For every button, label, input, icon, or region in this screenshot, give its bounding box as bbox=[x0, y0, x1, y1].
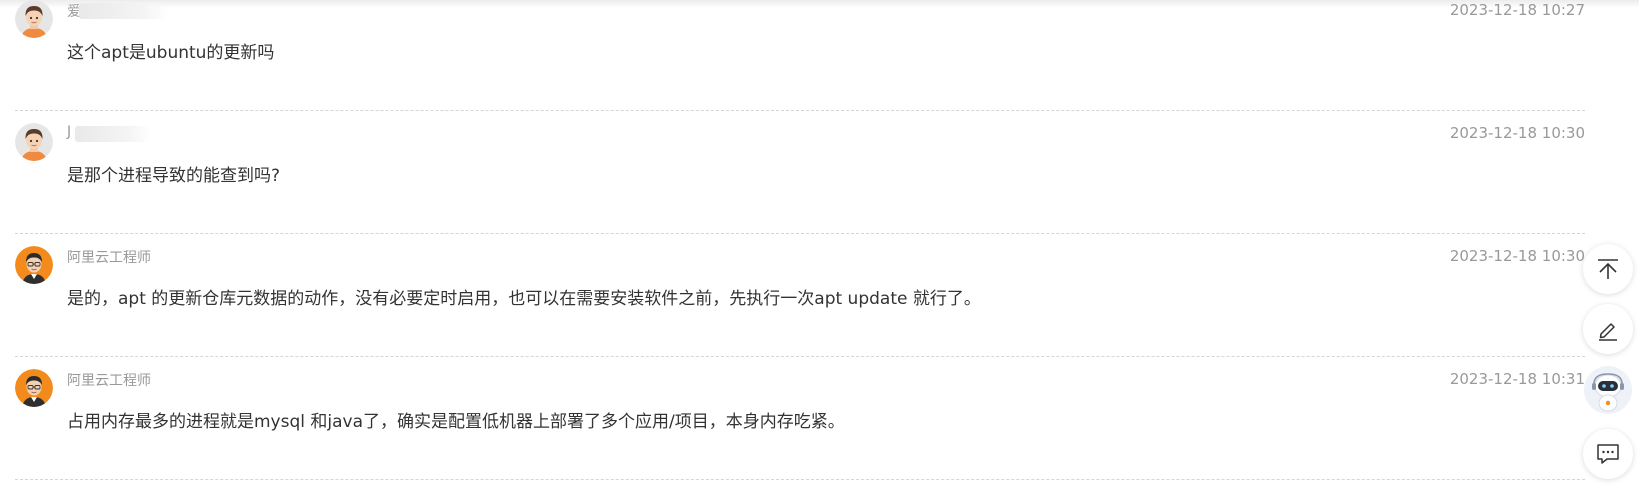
comment-text: 是那个进程导致的能查到吗? bbox=[67, 166, 281, 186]
engineer-avatar[interactable] bbox=[15, 246, 53, 284]
engineer-avatar[interactable] bbox=[15, 369, 53, 407]
assistant-button[interactable] bbox=[1583, 365, 1633, 415]
comment-author: 阿里云工程师 bbox=[67, 250, 151, 266]
back-to-top-button[interactable] bbox=[1583, 244, 1633, 294]
comment-timestamp: 2023-12-18 10:27 bbox=[1449, 1, 1585, 19]
comment-item: 阿里云工程师 2023-12-18 10:30 是的，apt 的更新仓库元数据的… bbox=[15, 228, 1585, 357]
comment-text: 是的，apt 的更新仓库元数据的动作，没有必要定时启用，也可以在需要安装软件之前… bbox=[67, 289, 981, 309]
comment-author: 阿里云工程师 bbox=[67, 373, 151, 389]
write-comment-button[interactable] bbox=[1583, 304, 1633, 354]
comment-author: J bbox=[67, 124, 151, 142]
chat-bubble-icon bbox=[1595, 441, 1621, 467]
comment-item: 阿里云工程师 2023-12-18 10:31 占用内存最多的进程就是mysql… bbox=[15, 351, 1585, 480]
redacted-name-mask bbox=[75, 126, 151, 142]
comment-text: 占用内存最多的进程就是mysql 和java了，确实是配置低机器上部署了多个应用… bbox=[67, 412, 845, 432]
comment-timestamp: 2023-12-18 10:30 bbox=[1449, 124, 1585, 142]
feedback-button[interactable] bbox=[1583, 429, 1633, 479]
user-avatar[interactable] bbox=[15, 123, 53, 161]
pen-icon bbox=[1595, 316, 1621, 342]
comment-text: 这个apt是ubuntu的更新吗 bbox=[67, 43, 275, 63]
comment-item: J 2023-12-18 10:30 是那个进程导致的能查到吗? bbox=[15, 105, 1585, 234]
comment-item: 爱 2023-12-18 10:27 这个apt是ubuntu的更新吗 bbox=[15, 0, 1585, 111]
robot-assistant-icon bbox=[1583, 365, 1633, 415]
user-avatar[interactable] bbox=[15, 0, 53, 38]
comment-author: 爱 bbox=[67, 1, 169, 21]
arrow-up-to-top-icon bbox=[1595, 256, 1621, 282]
comment-timestamp: 2023-12-18 10:31 bbox=[1449, 370, 1585, 388]
comment-timestamp: 2023-12-18 10:30 bbox=[1449, 247, 1585, 265]
redacted-name-mask bbox=[79, 3, 169, 19]
